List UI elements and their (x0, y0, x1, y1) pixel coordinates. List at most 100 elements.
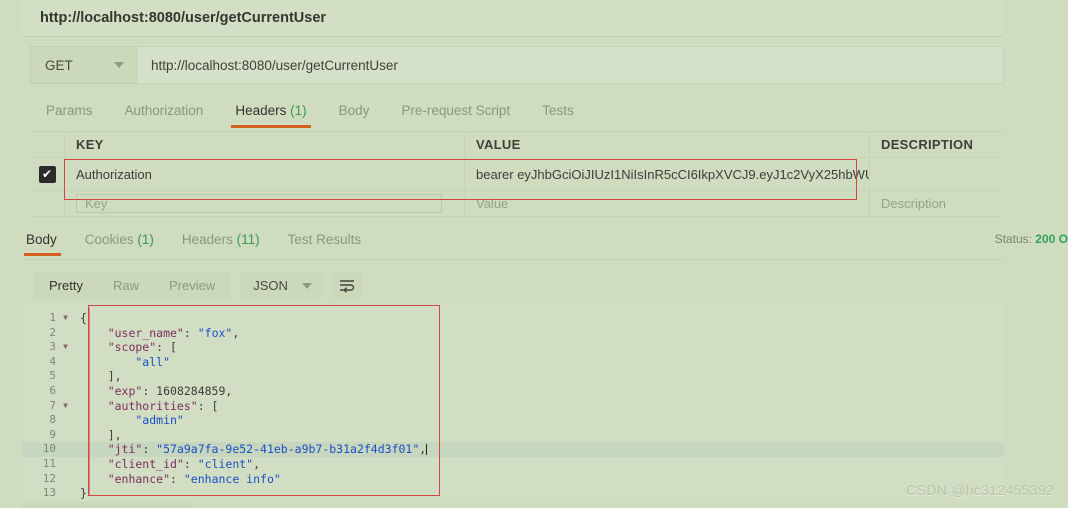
request-url-input[interactable]: http://localhost:8080/user/getCurrentUse… (136, 46, 1004, 84)
line-number: 4 (49, 354, 56, 368)
column-header-value: VALUE (465, 132, 870, 157)
tab-label: Headers (181, 232, 233, 247)
response-tab-headers[interactable]: Headers (11) (168, 232, 274, 255)
http-method-label: GET (45, 57, 73, 73)
wrap-lines-button[interactable] (331, 272, 362, 299)
bottom-cropped-artifact (22, 501, 192, 508)
header-description-cell[interactable] (870, 158, 1004, 190)
new-value-input[interactable]: Value (476, 196, 508, 211)
status-label: Status: (994, 232, 1032, 246)
header-cell-checkbox (30, 132, 65, 157)
tab-label: Params (46, 103, 93, 118)
line-number: 10 (42, 442, 56, 456)
placeholder-description-cell[interactable]: Description (870, 191, 1004, 216)
fold-arrow-icon[interactable]: ▼ (60, 340, 71, 355)
checkbox-checked-icon[interactable]: ✔ (38, 165, 56, 183)
tab-headers[interactable]: Headers (1) (219, 103, 322, 128)
watermark: CSDN @hc312455392 (906, 482, 1054, 498)
new-key-input[interactable]: Key (76, 194, 442, 213)
headers-table: KEY VALUE DESCRIPTION ✔ Authorization be… (30, 132, 1004, 217)
token-p: ], (80, 369, 122, 384)
token-s: "client" (197, 456, 254, 471)
placeholder-value-cell[interactable]: Value (465, 191, 870, 216)
tab-tests[interactable]: Tests (526, 103, 590, 127)
code-line-text: "exp": 1608284859, (71, 383, 233, 399)
line-number: 13 (42, 486, 56, 500)
tab-body[interactable]: Body (323, 103, 386, 127)
request-bar: GET http://localhost:8080/user/getCurren… (30, 46, 1004, 84)
header-key-cell[interactable]: Authorization (65, 158, 465, 190)
tab-label: Body (26, 232, 57, 247)
tab-params[interactable]: Params (30, 103, 109, 127)
code-line[interactable]: 10 "jti": "57a9a7fa-9e52-41eb-a9b7-b31a2… (22, 442, 1004, 457)
chevron-down-icon (114, 62, 124, 68)
token-p: } (80, 486, 87, 501)
response-tab-body[interactable]: Body (22, 232, 71, 256)
tab-pre-request-script[interactable]: Pre-request Script (385, 103, 526, 127)
request-title: http://localhost:8080/user/getCurrentUse… (22, 0, 1004, 37)
token-k: "user_name" (80, 325, 184, 340)
tab-label: Tests (542, 103, 574, 118)
line-number: 1 (49, 311, 56, 324)
header-value-cell[interactable]: bearer eyJhbGciOiJIUzI1NiIsInR5cCI6IkpXV… (465, 158, 870, 190)
view-mode-pretty[interactable]: Pretty (34, 278, 98, 293)
tab-label: Authorization (124, 103, 204, 118)
code-line[interactable]: 9 ], (22, 428, 1004, 443)
code-line-text: "scope": [ (71, 340, 177, 355)
json-code[interactable]: 1 ▼{2 "user_name": "fox", 3 ▼ "scope": [4 "… (22, 311, 1004, 501)
view-mode-raw[interactable]: Raw (98, 278, 154, 293)
code-line-text: "all" (71, 355, 170, 370)
view-mode-group: Pretty Raw Preview (34, 272, 231, 299)
code-line[interactable]: 3 ▼ "scope": [ (22, 340, 1004, 355)
tab-label: Body (338, 103, 370, 118)
response-tab-cookies[interactable]: Cookies (1) (71, 232, 168, 255)
column-header-description: DESCRIPTION (881, 137, 974, 152)
token-k: "client_id" (80, 456, 184, 471)
fold-arrow-icon[interactable]: ▼ (60, 311, 71, 326)
code-line-text: "jti": "57a9a7fa-9e52-41eb-a9b7-b31a2f4d… (71, 442, 428, 457)
line-number: 3 (49, 340, 56, 354)
tab-authorization[interactable]: Authorization (109, 103, 220, 127)
token-p: : (183, 325, 198, 340)
tab-count: (1) (286, 103, 307, 118)
code-line[interactable]: 11 "client_id": "client", (22, 457, 1004, 472)
view-mode-preview[interactable]: Preview (154, 278, 230, 293)
placeholder-key-cell[interactable]: Key (65, 191, 465, 216)
token-p: : (142, 442, 157, 457)
http-method-select[interactable]: GET (30, 46, 136, 84)
fold-arrow-icon[interactable]: ▼ (60, 399, 71, 414)
token-n: 1608284859 (156, 383, 226, 398)
code-line[interactable]: 6 "exp": 1608284859, (22, 384, 1004, 399)
line-number: 2 (49, 325, 56, 339)
placeholder-checkbox-cell (30, 191, 65, 216)
response-tab-test-results[interactable]: Test Results (274, 232, 376, 255)
code-line[interactable]: 12 "enhance": "enhance info" (22, 472, 1004, 487)
code-line[interactable]: 4 "all" (22, 355, 1004, 370)
response-body-viewer[interactable]: 1 ▼{2 "user_name": "fox", 3 ▼ "scope": [4 "… (22, 305, 1004, 502)
table-row[interactable]: ✔ Authorization bearer eyJhbGciOiJIUzI1N… (30, 158, 1004, 191)
code-line-text: } (71, 486, 87, 501)
code-line[interactable]: 2 "user_name": "fox", (22, 326, 1004, 341)
code-line[interactable]: 8 "admin" (22, 413, 1004, 428)
code-line[interactable]: 7 ▼ "authorities": [ (22, 399, 1004, 414)
code-line[interactable]: 1 ▼ { (22, 311, 1004, 326)
code-line[interactable]: 5 ], (22, 369, 1004, 384)
line-number: 12 (42, 471, 56, 485)
new-description-input[interactable]: Description (881, 196, 946, 211)
token-p: , (232, 325, 240, 340)
table-header-row: KEY VALUE DESCRIPTION (30, 132, 1004, 158)
token-p: : (183, 456, 198, 471)
column-header-key: KEY (65, 132, 465, 157)
body-format-select[interactable]: JSON (239, 272, 323, 299)
tab-count: (11) (232, 232, 260, 247)
line-number: 7 (49, 398, 56, 412)
body-format-label: JSON (253, 278, 288, 293)
token-k: "enhance" (80, 471, 171, 486)
code-line[interactable]: 13} (22, 486, 1004, 501)
line-number: 9 (49, 427, 56, 441)
table-placeholder-row[interactable]: Key Value Description (30, 191, 1004, 217)
row-checkbox-cell[interactable]: ✔ (30, 158, 65, 190)
code-line-text: ], (71, 428, 122, 443)
tab-label: Cookies (84, 232, 134, 247)
code-line-text: ], (71, 369, 122, 384)
